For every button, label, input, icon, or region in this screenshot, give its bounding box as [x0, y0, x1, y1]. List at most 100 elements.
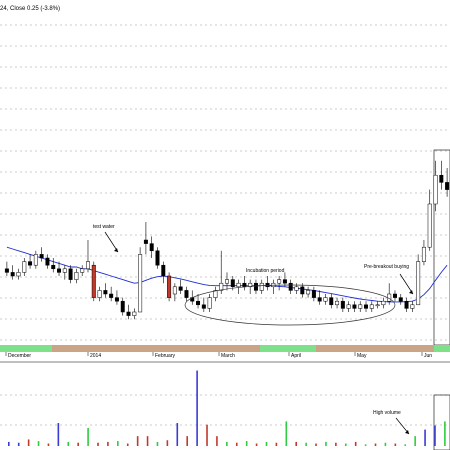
- candle-body: [155, 250, 160, 266]
- volume-bar: [176, 423, 179, 446]
- volume-bar: [126, 443, 129, 446]
- volume-bar: [37, 441, 40, 446]
- x-tick-label: February: [155, 353, 176, 359]
- candle-body: [57, 268, 62, 273]
- candle-body: [277, 279, 282, 284]
- candle-body: [410, 304, 415, 309]
- session-box-volume: [433, 394, 450, 450]
- volume-bar: [146, 436, 149, 446]
- candle-body: [22, 261, 27, 273]
- candle-body: [45, 257, 50, 266]
- volume-bar: [325, 441, 327, 446]
- volume-bar: [67, 441, 70, 446]
- candle-body: [421, 246, 426, 262]
- volume-bar: [196, 370, 198, 446]
- candle-body: [207, 297, 212, 309]
- volume-bar: [305, 442, 307, 446]
- volume-bar: [285, 421, 288, 446]
- volume-bar: [57, 423, 60, 446]
- timeline-segment: [316, 345, 434, 352]
- candle-body: [219, 282, 224, 291]
- timeline-segment: [260, 345, 316, 352]
- candle-body: [172, 286, 177, 295]
- price-grid: [0, 24, 450, 341]
- candle-body: [10, 272, 15, 277]
- candle-body: [80, 268, 85, 273]
- volume-bar: [315, 443, 317, 446]
- volume-bar: [255, 443, 258, 446]
- volume-bar: [186, 436, 188, 446]
- candle-body: [253, 282, 258, 291]
- candle-body: [178, 286, 183, 291]
- candle-body: [335, 300, 340, 306]
- volume-bar: [344, 443, 347, 446]
- volume-bar: [295, 441, 298, 446]
- candle-body: [427, 203, 432, 248]
- volume-bar: [136, 436, 139, 446]
- candle-body: [161, 264, 166, 277]
- x-tick-label: April: [291, 353, 301, 359]
- candle-body: [138, 254, 143, 313]
- candle-body: [62, 268, 67, 273]
- timeline-segment: [434, 345, 450, 352]
- candle-body: [51, 264, 56, 270]
- volume-bar: [17, 442, 20, 446]
- volume-bar: [265, 441, 268, 446]
- volume-bar: [8, 441, 10, 446]
- candle-body: [230, 279, 235, 288]
- candle-body: [4, 268, 9, 273]
- volume-bar: [384, 442, 387, 446]
- volume-bar: [364, 444, 367, 446]
- volume-bar: [235, 442, 238, 446]
- candle-body: [445, 182, 450, 190]
- timeline-strip: [0, 345, 450, 352]
- candle-body: [33, 254, 38, 266]
- x-tick-label: Jun: [424, 353, 432, 359]
- x-axis: December 2014 February March April May Jun: [5, 352, 432, 359]
- volume-bar: [77, 442, 79, 446]
- candle-body: [91, 264, 96, 298]
- volume-bar: [404, 444, 407, 446]
- candle-body: [375, 304, 380, 307]
- candle-body: [97, 290, 102, 298]
- candle-body: [311, 290, 316, 298]
- candle-body: [392, 293, 397, 298]
- volume-bar: [335, 442, 337, 446]
- candle-body: [340, 300, 345, 309]
- volume-bar: [226, 441, 228, 446]
- candle-body: [294, 286, 299, 291]
- candle-body: [381, 300, 386, 306]
- volume-bar: [27, 439, 30, 446]
- candle-body: [28, 261, 33, 266]
- candle-body: [167, 275, 172, 298]
- candle-body: [85, 261, 90, 270]
- candle-body: [364, 304, 369, 309]
- candle-body: [16, 272, 21, 277]
- candle-body: [196, 300, 201, 306]
- volume-bar: [414, 436, 416, 446]
- annotation-pre-breakout: Pre-breakout buying: [364, 264, 409, 270]
- timeline-segment: [52, 345, 260, 352]
- volume-bar: [216, 436, 218, 446]
- candle-body: [439, 174, 444, 183]
- volume-bar: [275, 442, 278, 446]
- candle-body: [126, 311, 131, 316]
- candle-body: [259, 282, 264, 291]
- annotation-high-volume: High volume: [373, 410, 401, 416]
- candle-body: [120, 300, 125, 313]
- x-tick-label: March: [221, 353, 235, 359]
- candle-body: [225, 279, 229, 284]
- candle-body: [306, 290, 311, 295]
- x-tick-label: December: [8, 353, 31, 359]
- candle-body: [346, 304, 351, 309]
- x-tick-label: May: [357, 353, 367, 359]
- volume-bar: [374, 443, 377, 446]
- candle-body: [39, 254, 44, 259]
- volume-bar: [166, 440, 169, 446]
- candle-body: [282, 279, 287, 284]
- candle-body: [143, 239, 148, 244]
- x-tick-label: 2014: [90, 353, 101, 359]
- volume-bar: [156, 441, 159, 446]
- candle-body: [369, 304, 374, 309]
- candle-body: [329, 297, 334, 306]
